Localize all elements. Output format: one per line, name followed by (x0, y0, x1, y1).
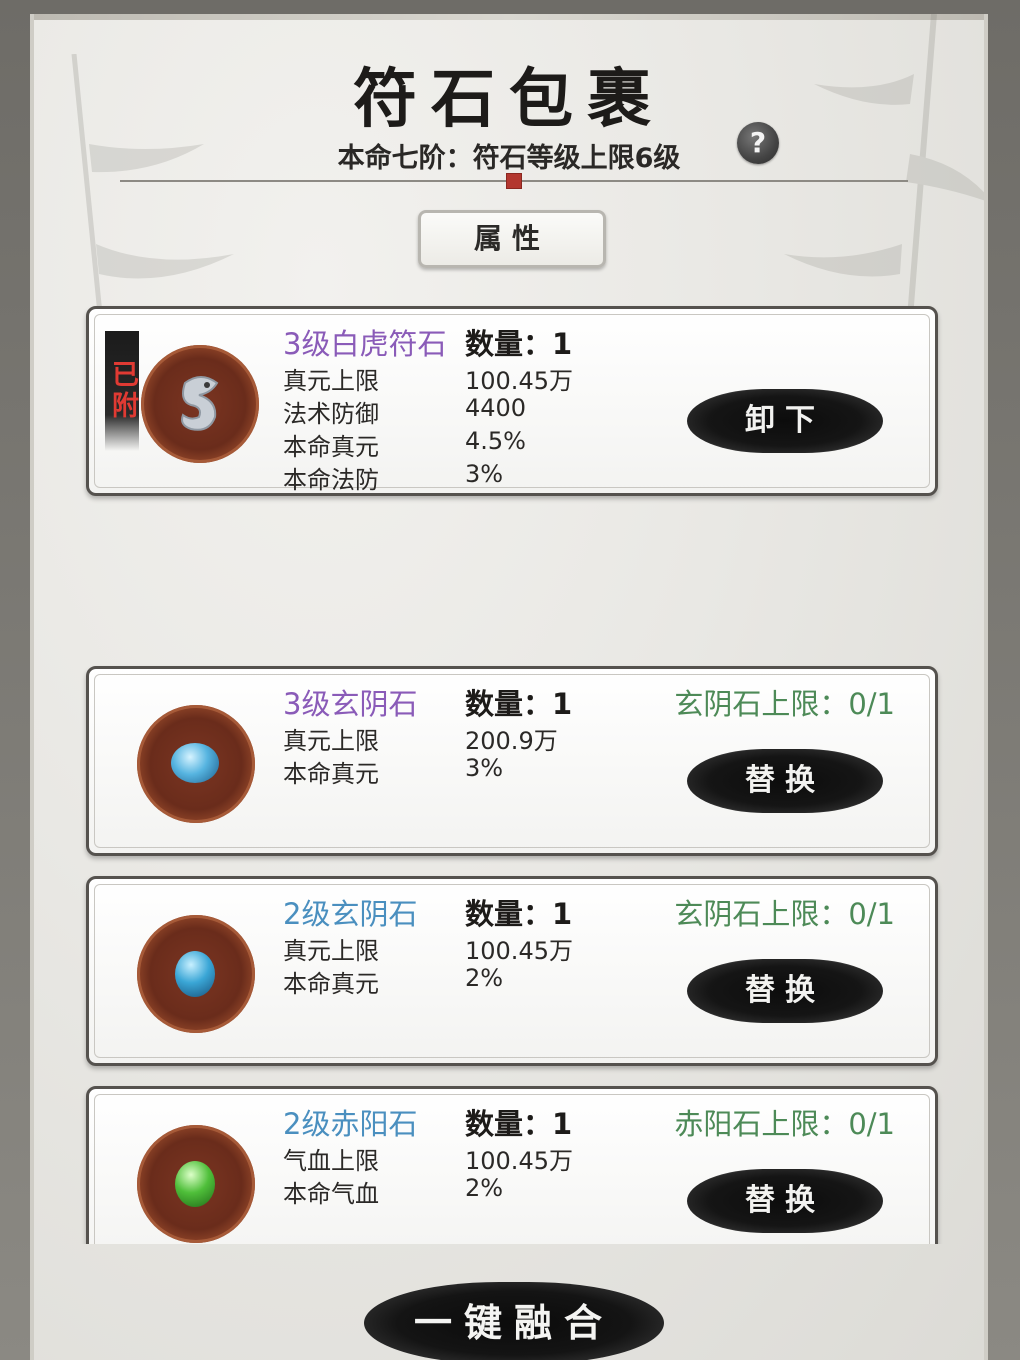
list-item: 3级玄阴石 数量：1 玄阴石上限：0/1 真元上限 200.9万 本命真元 3%… (86, 666, 938, 856)
item-count: 数量：1 (465, 687, 573, 721)
page-title: 符石包裹 (353, 62, 665, 137)
item-count: 数量：1 (465, 1107, 573, 1141)
blue-orb-icon (171, 743, 219, 783)
item-limit: 玄阴石上限：0/1 (674, 687, 895, 721)
equipped-card: 已附 3级白虎符石 数量：1 真元上限 100.45万 法术防御 4400 本命… (86, 306, 938, 496)
stone-list: 3级玄阴石 数量：1 玄阴石上限：0/1 真元上限 200.9万 本命真元 3%… (34, 664, 984, 1244)
tab-attributes[interactable]: 属性 (418, 210, 606, 268)
stat-value: 2% (465, 964, 504, 992)
item-count: 数量：1 (465, 897, 573, 931)
stat-label: 本命真元 (283, 970, 379, 998)
stat-value: 2% (465, 1174, 504, 1202)
stat-value: 4.5% (465, 427, 526, 455)
equipped-gem-slot[interactable] (141, 345, 259, 463)
stat-label: 本命真元 (283, 433, 379, 461)
unequip-button[interactable]: 卸下 (687, 389, 883, 453)
list-item: 2级赤阳石 数量：1 赤阳石上限：0/1 气血上限 100.45万 本命气血 2… (86, 1086, 938, 1244)
stat-label: 法术防御 (283, 400, 379, 428)
replace-button[interactable]: 替换 (687, 1169, 883, 1233)
item-limit: 赤阳石上限：0/1 (674, 1107, 895, 1141)
white-tiger-icon (181, 376, 219, 431)
stat-label: 本命真元 (283, 760, 379, 788)
replace-button[interactable]: 替换 (687, 959, 883, 1023)
fuse-all-button[interactable]: 一键融合 (364, 1282, 664, 1360)
gem-slot[interactable] (137, 705, 255, 823)
blue-gem-icon (175, 951, 215, 997)
item-name: 2级赤阳石 (283, 1107, 418, 1141)
stat-value: 3% (465, 754, 504, 782)
stat-value: 100.45万 (465, 1147, 573, 1175)
green-gem-icon (175, 1161, 215, 1207)
list-item: 2级玄阴石 数量：1 玄阴石上限：0/1 真元上限 100.45万 本命真元 2… (86, 876, 938, 1066)
gem-slot[interactable] (137, 915, 255, 1033)
item-limit: 玄阴石上限：0/1 (674, 897, 895, 931)
equipped-tag: 已附 (105, 331, 139, 451)
stat-label: 真元上限 (283, 367, 379, 395)
stat-value: 100.45万 (465, 937, 573, 965)
item-name: 2级玄阴石 (283, 897, 418, 931)
gem-slot[interactable] (137, 1125, 255, 1243)
seal-icon (506, 173, 522, 189)
stat-value: 4400 (465, 394, 527, 422)
equipped-name: 3级白虎符石 (283, 327, 447, 361)
item-name: 3级玄阴石 (283, 687, 418, 721)
stat-label: 气血上限 (283, 1147, 379, 1175)
stat-label: 本命气血 (283, 1180, 379, 1208)
stat-value: 200.9万 (465, 727, 558, 755)
inventory-panel: 符石包裹 本命七阶：符石等级上限6级 ? 属性 已附 3级白虎符石 数量：1 真… (30, 14, 988, 1360)
replace-button[interactable]: 替换 (687, 749, 883, 813)
equipped-count: 数量：1 (465, 327, 573, 361)
stat-label: 本命法防 (283, 466, 379, 494)
stat-label: 真元上限 (283, 937, 379, 965)
stat-value: 100.45万 (465, 367, 573, 395)
stat-value: 3% (465, 460, 504, 488)
level-cap-subtitle: 本命七阶：符石等级上限6级 (337, 143, 681, 174)
stat-label: 真元上限 (283, 727, 379, 755)
help-icon[interactable]: ? (737, 122, 779, 164)
